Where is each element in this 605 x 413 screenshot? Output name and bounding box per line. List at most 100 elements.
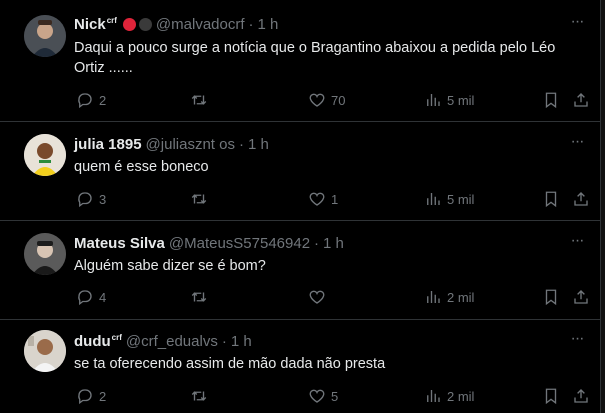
- retweet-icon: [191, 95, 207, 105]
- reply-icon: [78, 389, 92, 405]
- tweet-4[interactable]: duducrf @crf_edualvs · 1 h ··· se ta ofe…: [0, 320, 601, 413]
- bookmark-icon: [545, 191, 557, 208]
- user-handle[interactable]: @juliasznt os: [146, 136, 235, 153]
- retweet-icon: [191, 292, 207, 302]
- views-count: 2 mil: [447, 289, 475, 305]
- share-icon: [574, 93, 588, 107]
- share-button[interactable]: [572, 287, 590, 307]
- more-icon[interactable]: ···: [567, 233, 587, 255]
- like-button[interactable]: 70: [308, 90, 345, 110]
- bookmark-button[interactable]: [542, 386, 560, 406]
- timestamp[interactable]: 1 h: [231, 333, 252, 350]
- share-button[interactable]: [572, 189, 590, 209]
- separator-dot: ·: [221, 332, 227, 350]
- user-handle[interactable]: @malvadocrf: [156, 16, 245, 33]
- reply-count: 4: [99, 289, 107, 305]
- retweet-button[interactable]: [190, 386, 213, 406]
- like-icon: [309, 290, 325, 304]
- avatar[interactable]: [24, 330, 66, 372]
- display-name[interactable]: Nickcrf: [74, 16, 117, 33]
- separator-dot: ·: [314, 234, 320, 252]
- views-count: 2 mil: [447, 388, 475, 404]
- views-count: 5 mil: [447, 92, 475, 108]
- views-button[interactable]: 5 mil: [424, 90, 474, 110]
- action-bar: 3 1 5 mil: [74, 189, 594, 209]
- bookmark-icon: [545, 289, 557, 306]
- reply-count: 2: [99, 92, 107, 108]
- tweet-text: Alguém sabe dizer se é bom?: [74, 258, 266, 274]
- tweet-text: se ta oferecendo assim de mão dada não p…: [74, 356, 386, 372]
- tweet-3[interactable]: Mateus Silva @MateusS57546942 · 1 h ··· …: [0, 221, 601, 320]
- share-button[interactable]: [572, 90, 590, 110]
- share-icon: [574, 290, 588, 304]
- user-handle[interactable]: @crf_edualvs: [126, 333, 218, 350]
- more-icon[interactable]: ···: [567, 134, 587, 156]
- reply-icon: [78, 192, 92, 208]
- more-icon[interactable]: ···: [567, 331, 587, 353]
- timestamp[interactable]: 1 h: [323, 235, 344, 252]
- reply-button[interactable]: 2: [76, 90, 106, 110]
- tweet-1[interactable]: Nickcrf @malvadocrf · 1 h ··· Daqui a po…: [0, 0, 601, 122]
- action-bar: 2 70 5 mil: [74, 90, 594, 110]
- timestamp[interactable]: 1 h: [248, 136, 269, 153]
- like-button[interactable]: 1: [308, 189, 338, 209]
- views-icon: [427, 193, 440, 205]
- tweet-header: Nickcrf @malvadocrf · 1 h: [74, 14, 278, 34]
- scrollbar[interactable]: [601, 0, 605, 413]
- like-count: 1: [331, 191, 339, 207]
- bookmark-icon: [545, 92, 557, 109]
- tweet-header: Mateus Silva @MateusS57546942 · 1 h: [74, 233, 344, 253]
- dark-badge-icon: [138, 17, 152, 31]
- views-count: 5 mil: [447, 191, 475, 207]
- views-icon: [427, 291, 440, 303]
- tweet-2[interactable]: julia 1895 @juliasznt os · 1 h ··· quem …: [0, 122, 601, 221]
- timestamp[interactable]: 1 h: [258, 16, 279, 33]
- share-icon: [574, 192, 588, 206]
- share-button[interactable]: [572, 386, 590, 406]
- avatar[interactable]: [24, 15, 66, 57]
- like-count: 70: [331, 92, 346, 108]
- share-icon: [574, 389, 588, 403]
- tweet-header: duducrf @crf_edualvs · 1 h: [74, 331, 252, 351]
- display-name[interactable]: duducrf: [74, 333, 122, 350]
- reply-icon: [78, 93, 92, 109]
- red-badge-icon: [122, 17, 136, 31]
- like-count: 5: [331, 388, 339, 404]
- tweet-text: quem é esse boneco: [74, 159, 209, 175]
- display-name[interactable]: Mateus Silva: [74, 235, 165, 252]
- views-button[interactable]: 2 mil: [424, 287, 474, 307]
- reply-count: 2: [99, 388, 107, 404]
- reply-button[interactable]: 2: [76, 386, 106, 406]
- more-icon[interactable]: ···: [567, 14, 587, 36]
- like-button[interactable]: [308, 287, 331, 307]
- views-button[interactable]: 2 mil: [424, 386, 474, 406]
- like-button[interactable]: 5: [308, 386, 338, 406]
- retweet-button[interactable]: [190, 189, 213, 209]
- retweet-button[interactable]: [190, 90, 213, 110]
- bookmark-icon: [545, 388, 557, 405]
- avatar[interactable]: [24, 134, 66, 176]
- like-icon: [309, 93, 325, 107]
- avatar[interactable]: [24, 233, 66, 275]
- tweet-header: julia 1895 @juliasznt os · 1 h: [74, 134, 269, 154]
- separator-dot: ·: [238, 135, 244, 153]
- bookmark-button[interactable]: [542, 189, 560, 209]
- like-icon: [309, 389, 325, 403]
- reply-feed: Nickcrf @malvadocrf · 1 h ··· Daqui a po…: [0, 0, 601, 413]
- like-icon: [309, 192, 325, 206]
- separator-dot: ·: [248, 15, 254, 33]
- user-handle[interactable]: @MateusS57546942: [169, 235, 310, 252]
- bookmark-button[interactable]: [542, 287, 560, 307]
- reply-count: 3: [99, 191, 107, 207]
- retweet-button[interactable]: [190, 287, 213, 307]
- tweet-text: Daqui a pouco surge a notícia que o Brag…: [74, 40, 556, 76]
- action-bar: 2 5 2 mil: [74, 386, 594, 406]
- retweet-icon: [191, 194, 207, 204]
- views-icon: [427, 390, 440, 402]
- reply-icon: [78, 290, 92, 306]
- display-name[interactable]: julia 1895: [74, 136, 142, 153]
- reply-button[interactable]: 4: [76, 287, 106, 307]
- bookmark-button[interactable]: [542, 90, 560, 110]
- views-button[interactable]: 5 mil: [424, 189, 474, 209]
- reply-button[interactable]: 3: [76, 189, 106, 209]
